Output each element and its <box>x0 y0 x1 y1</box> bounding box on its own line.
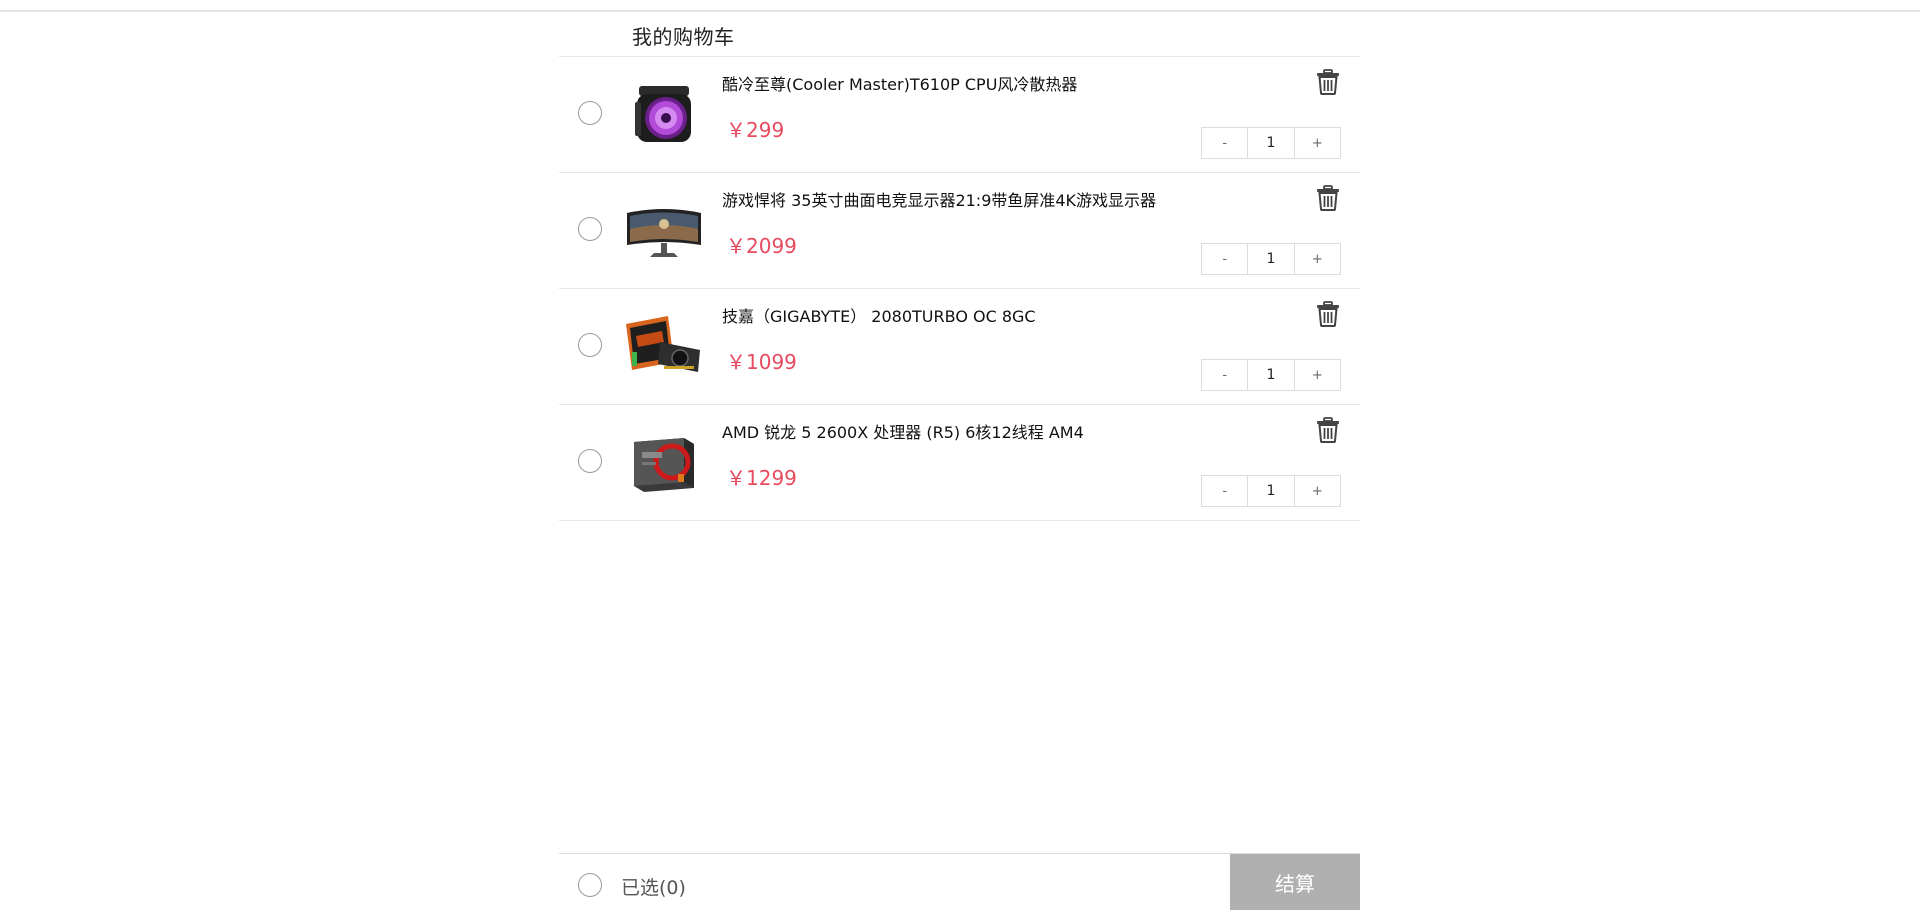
item-name[interactable]: 游戏悍将 35英寸曲面电竞显示器21:9带鱼屏准4K游戏显示器 <box>722 187 1156 211</box>
select-all-radio[interactable] <box>578 873 602 897</box>
decrement-button[interactable]: - <box>1202 476 1248 506</box>
trash-icon[interactable] <box>1316 301 1340 327</box>
increment-button[interactable]: + <box>1294 128 1340 158</box>
quantity-value[interactable]: 1 <box>1247 128 1295 158</box>
quantity-value[interactable]: 1 <box>1247 476 1295 506</box>
item-select-radio[interactable] <box>578 449 602 473</box>
trash-icon[interactable] <box>1316 417 1340 443</box>
item-name[interactable]: AMD 锐龙 5 2600X 处理器 (R5) 6核12线程 AM4 <box>722 419 1084 443</box>
quantity-stepper: - 1 + <box>1201 243 1341 275</box>
trash-icon[interactable] <box>1316 185 1340 211</box>
cart-item: 游戏悍将 35英寸曲面电竞显示器21:9带鱼屏准4K游戏显示器 ￥2099 - … <box>559 173 1360 289</box>
decrement-button[interactable]: - <box>1202 360 1248 390</box>
item-name[interactable]: 技嘉（GIGABYTE） 2080TURBO OC 8GC <box>722 303 1036 327</box>
cpu-cooler-image[interactable] <box>623 74 705 156</box>
cart-footer: 已选(0) ￥0.00 结算 <box>559 853 1360 910</box>
item-select-radio[interactable] <box>578 101 602 125</box>
checkout-button[interactable]: 结算 <box>1230 854 1360 910</box>
item-price: ￥1299 <box>726 466 797 490</box>
graphics-card-image[interactable] <box>623 306 705 388</box>
item-name[interactable]: 酷冷至尊(Cooler Master)T610P CPU风冷散热器 <box>722 71 1077 95</box>
cart-item: 酷冷至尊(Cooler Master)T610P CPU风冷散热器 ￥299 -… <box>559 57 1360 173</box>
cpu-box-image[interactable] <box>623 422 705 504</box>
item-select-radio[interactable] <box>578 333 602 357</box>
quantity-value[interactable]: 1 <box>1247 360 1295 390</box>
selected-count: 已选(0) <box>621 877 686 899</box>
increment-button[interactable]: + <box>1294 244 1340 274</box>
quantity-value[interactable]: 1 <box>1247 244 1295 274</box>
item-price: ￥2099 <box>726 234 797 258</box>
increment-button[interactable]: + <box>1294 360 1340 390</box>
cart-item: AMD 锐龙 5 2600X 处理器 (R5) 6核12线程 AM4 ￥1299… <box>559 405 1360 521</box>
item-select-radio[interactable] <box>578 217 602 241</box>
quantity-stepper: - 1 + <box>1201 475 1341 507</box>
cart-item: 技嘉（GIGABYTE） 2080TURBO OC 8GC ￥1099 - 1 … <box>559 289 1360 405</box>
page-title: 我的购物车 <box>632 25 735 49</box>
item-price: ￥299 <box>726 118 785 142</box>
trash-icon[interactable] <box>1316 69 1340 95</box>
quantity-stepper: - 1 + <box>1201 127 1341 159</box>
cart-header: 我的购物车 <box>559 12 1360 57</box>
quantity-stepper: - 1 + <box>1201 359 1341 391</box>
decrement-button[interactable]: - <box>1202 128 1248 158</box>
item-price: ￥1099 <box>726 350 797 374</box>
increment-button[interactable]: + <box>1294 476 1340 506</box>
decrement-button[interactable]: - <box>1202 244 1248 274</box>
curved-monitor-image[interactable] <box>623 190 705 272</box>
cart-panel: 我的购物车 酷冷至尊(Cooler Master)T610P CPU风冷散热器 … <box>559 12 1360 521</box>
